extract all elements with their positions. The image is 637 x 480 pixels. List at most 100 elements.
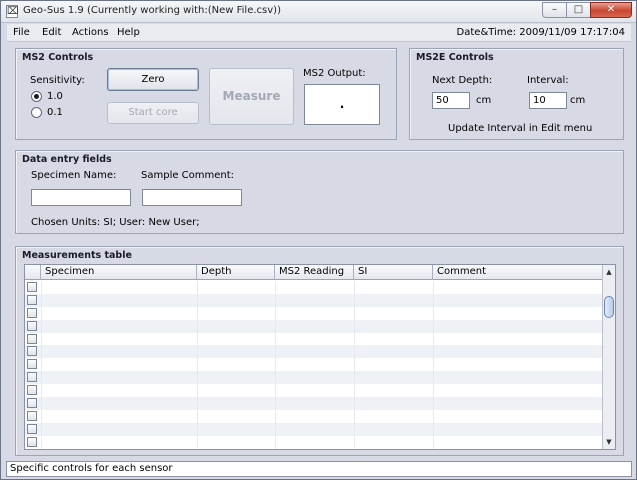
row-select-checkbox[interactable] [27, 372, 37, 383]
table-gridline [354, 435, 355, 449]
specimen-name-input[interactable] [31, 189, 131, 206]
column-header-depth[interactable]: Depth [197, 265, 275, 280]
table-row[interactable] [25, 281, 603, 294]
interval-input[interactable]: 10 [529, 92, 567, 109]
table-gridline [197, 345, 198, 359]
column-header-select[interactable] [25, 265, 41, 280]
menu-file[interactable]: File [13, 27, 30, 38]
row-select-checkbox[interactable] [27, 398, 37, 409]
table-gridline [433, 422, 434, 436]
table-gridline [275, 306, 276, 320]
table-row[interactable] [25, 435, 603, 449]
close-button[interactable]: ✕ [590, 2, 632, 18]
row-select-checkbox[interactable] [27, 320, 37, 331]
row-select-checkbox[interactable] [27, 359, 37, 370]
menu-bar: File Edit Actions Help Date&Time: 2009/1… [7, 24, 631, 42]
table-row[interactable] [25, 345, 603, 359]
table-gridline [197, 371, 198, 385]
start-core-button[interactable]: Start core [107, 102, 199, 124]
sensitivity-option-2-label[interactable]: 0.1 [47, 107, 63, 118]
next-depth-input[interactable]: 50 [432, 92, 470, 109]
table-row[interactable] [25, 332, 603, 346]
next-depth-label: Next Depth: [432, 75, 493, 86]
table-gridline [433, 306, 434, 320]
table-row[interactable] [25, 384, 603, 398]
menu-help[interactable]: Help [117, 27, 140, 38]
table-gridline [354, 281, 355, 294]
table-row[interactable] [25, 409, 603, 423]
table-gridline [197, 319, 198, 333]
update-interval-note: Update Interval in Edit menu [448, 123, 593, 134]
arrow-down-icon[interactable]: ▼ [603, 436, 615, 448]
maximize-button[interactable]: □ [566, 2, 590, 18]
next-depth-unit: cm [476, 95, 492, 106]
row-select-checkbox[interactable] [27, 436, 37, 447]
table-gridline [41, 281, 42, 294]
table-row[interactable] [25, 422, 603, 436]
table-row[interactable] [25, 371, 603, 385]
row-select-checkbox[interactable] [27, 423, 37, 434]
sensitivity-option-1-label[interactable]: 1.0 [47, 91, 63, 102]
column-header-ms2-reading[interactable]: MS2 Reading [275, 265, 354, 280]
table-gridline [41, 332, 42, 346]
table-row[interactable] [25, 397, 603, 410]
ms2-output-label: MS2 Output: [303, 68, 366, 79]
zero-button[interactable]: Zero [107, 68, 199, 91]
table-gridline [41, 409, 42, 423]
table-body [25, 281, 603, 449]
table-gridline [197, 409, 198, 423]
sensitivity-radio-0-1[interactable] [31, 107, 42, 118]
table-gridline [41, 345, 42, 359]
row-select-checkbox[interactable] [27, 294, 37, 305]
status-bar: Specific controls for each sensor [6, 461, 632, 477]
sensitivity-label: Sensitivity: [30, 75, 85, 86]
table-header: Specimen Depth MS2 Reading SI Comment [25, 265, 603, 280]
data-entry-panel: Data entry fields Specimen Name: Sample … [15, 150, 624, 234]
table-row[interactable] [25, 306, 603, 320]
table-gridline [433, 384, 434, 398]
table-vertical-scrollbar[interactable]: ▲ ▼ [602, 265, 615, 449]
table-row[interactable] [25, 358, 603, 372]
table-gridline [433, 332, 434, 346]
column-header-specimen[interactable]: Specimen [41, 265, 197, 280]
measurements-table[interactable]: Specimen Depth MS2 Reading SI Comment ▲ … [24, 264, 616, 450]
table-gridline [354, 384, 355, 398]
table-gridline [433, 293, 434, 307]
row-select-checkbox[interactable] [27, 346, 37, 357]
menu-actions[interactable]: Actions [72, 27, 109, 38]
table-gridline [433, 397, 434, 410]
table-gridline [197, 397, 198, 410]
arrow-up-icon[interactable]: ▲ [603, 266, 615, 278]
table-row[interactable] [25, 319, 603, 333]
sensitivity-radio-1-0[interactable] [31, 91, 42, 102]
table-gridline [41, 358, 42, 372]
measure-button[interactable]: Measure [209, 68, 294, 125]
table-gridline [354, 371, 355, 385]
table-gridline [354, 319, 355, 333]
ms2e-controls-title: MS2E Controls [416, 52, 494, 63]
table-gridline [275, 397, 276, 410]
menu-edit[interactable]: Edit [42, 27, 61, 38]
units-user-info: Chosen Units: SI; User: New User; [31, 217, 200, 228]
table-gridline [433, 435, 434, 449]
app-icon[interactable]: ⌧ [6, 5, 19, 18]
table-gridline [275, 281, 276, 294]
table-gridline [275, 422, 276, 436]
scrollbar-thumb[interactable] [604, 296, 614, 318]
row-select-checkbox[interactable] [27, 410, 37, 421]
title-bar[interactable]: ⌧ Geo-Sus 1.9 (Currently working with:(N… [1, 1, 636, 23]
interval-label: Interval: [527, 75, 569, 86]
row-select-checkbox[interactable] [27, 307, 37, 318]
minimize-button[interactable]: – [542, 2, 566, 18]
table-gridline [433, 281, 434, 294]
table-row[interactable] [25, 293, 603, 307]
column-header-si[interactable]: SI [354, 265, 433, 280]
sample-comment-input[interactable] [142, 189, 242, 206]
row-select-checkbox[interactable] [27, 333, 37, 344]
row-select-checkbox[interactable] [27, 385, 37, 396]
table-gridline [354, 293, 355, 307]
specimen-name-label: Specimen Name: [31, 170, 117, 181]
data-entry-title: Data entry fields [22, 154, 112, 165]
column-header-comment[interactable]: Comment [433, 265, 603, 280]
row-select-checkbox[interactable] [27, 282, 37, 292]
